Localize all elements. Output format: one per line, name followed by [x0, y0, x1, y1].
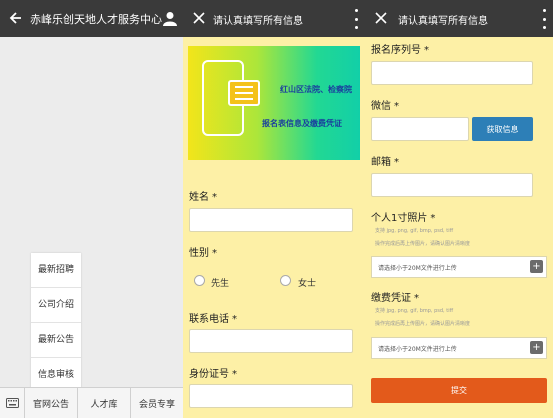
top-bar: 赤峰乐创天地人才服务中心 [0, 0, 183, 37]
back-arrow-icon[interactable] [6, 9, 24, 27]
tab-official-notice[interactable]: 官网公告 [25, 388, 78, 418]
id-label: 身份证号 * [189, 369, 237, 380]
name-field[interactable] [189, 208, 353, 232]
wechat-field[interactable] [371, 117, 469, 141]
gender-label: 性别 * [189, 248, 217, 259]
home-panel: 赤峰乐创天地人才服务中心 最新招聘 公司介绍 最新公告 信息审核 官网公告 人才… [0, 0, 183, 418]
top-bar: 请认真填写所有信息 [365, 0, 553, 37]
more-icon[interactable] [353, 9, 359, 29]
page-title: 赤峰乐创天地人才服务中心 [30, 13, 162, 26]
form-panel-2: 请认真填写所有信息 报名序列号 * 微信 * 获取信息 邮箱 * 个人1寸照片 * 支持… [365, 0, 553, 418]
upload-placeholder: 请选择小于20M文件进行上传 [378, 265, 457, 272]
photo-upload-field[interactable]: 请选择小于20M文件进行上传 + [371, 256, 547, 278]
serial-field[interactable] [371, 61, 533, 85]
email-label: 邮箱 * [371, 157, 399, 168]
photo-format-hint: 支持 jpg, png, gif, bmp, psd, tiff [375, 228, 454, 234]
payment-upload-field[interactable]: 请选择小于20M文件进行上传 + [371, 337, 547, 359]
tab-talent-pool[interactable]: 人才库 [78, 388, 131, 418]
keyboard-icon[interactable] [0, 388, 25, 418]
phone-label: 联系电话 * [189, 314, 237, 325]
submit-button[interactable]: 提交 [371, 378, 547, 403]
top-bar: 请认真填写所有信息 [183, 0, 365, 37]
menu-item-latest-jobs[interactable]: 最新招聘 [31, 253, 81, 288]
message-icon [228, 80, 260, 106]
page-title: 请认真填写所有信息 [398, 16, 488, 27]
user-icon[interactable] [161, 9, 179, 27]
menu-item-latest-notice[interactable]: 最新公告 [31, 323, 81, 358]
bottom-bar: 官网公告 人才库 会员专享 [0, 387, 183, 418]
popup-menu: 最新招聘 公司介绍 最新公告 信息审核 [31, 253, 81, 392]
email-field[interactable] [371, 173, 533, 197]
gender-female-radio[interactable] [280, 275, 291, 286]
name-label: 姓名 * [189, 192, 217, 203]
serial-label: 报名序列号 * [371, 45, 429, 56]
get-info-button[interactable]: 获取信息 [472, 117, 533, 141]
banner-line-1: 红山区法院、检察院 [280, 85, 352, 94]
gender-male-label: 先生 [211, 279, 230, 289]
payment-upload-hint: 操作完成后再上传图片，请确认图片清晰度 [375, 321, 471, 327]
upload-placeholder: 请选择小于20M文件进行上传 [378, 346, 457, 353]
more-icon[interactable] [541, 9, 547, 29]
payment-label: 缴费凭证 * [371, 293, 419, 304]
wechat-label: 微信 * [371, 101, 399, 112]
plus-icon[interactable]: + [530, 341, 543, 354]
phone-field[interactable] [189, 329, 353, 353]
close-icon[interactable] [373, 10, 389, 26]
photo-upload-hint: 操作完成后再上传图片，请确认图片清晰度 [375, 241, 471, 247]
payment-format-hint: 支持 jpg, png, gif, bmp, psd, tiff [375, 308, 454, 314]
gender-female-label: 女士 [298, 279, 317, 289]
page-title: 请认真填写所有信息 [213, 16, 303, 27]
menu-item-company-intro[interactable]: 公司介绍 [31, 288, 81, 323]
tab-member-exclusive[interactable]: 会员专享 [131, 388, 183, 418]
plus-icon[interactable]: + [530, 260, 543, 273]
banner-image: 红山区法院、检察院 报名表信息及缴费凭证 [188, 46, 360, 160]
gender-male-radio[interactable] [194, 275, 205, 286]
form-panel-1: 请认真填写所有信息 红山区法院、检察院 报名表信息及缴费凭证 姓名 * 性别 * 先… [183, 0, 365, 418]
close-icon[interactable] [191, 10, 207, 26]
banner-line-2: 报名表信息及缴费凭证 [262, 119, 342, 128]
id-field[interactable] [189, 384, 353, 408]
photo-label: 个人1寸照片 * [371, 213, 436, 224]
